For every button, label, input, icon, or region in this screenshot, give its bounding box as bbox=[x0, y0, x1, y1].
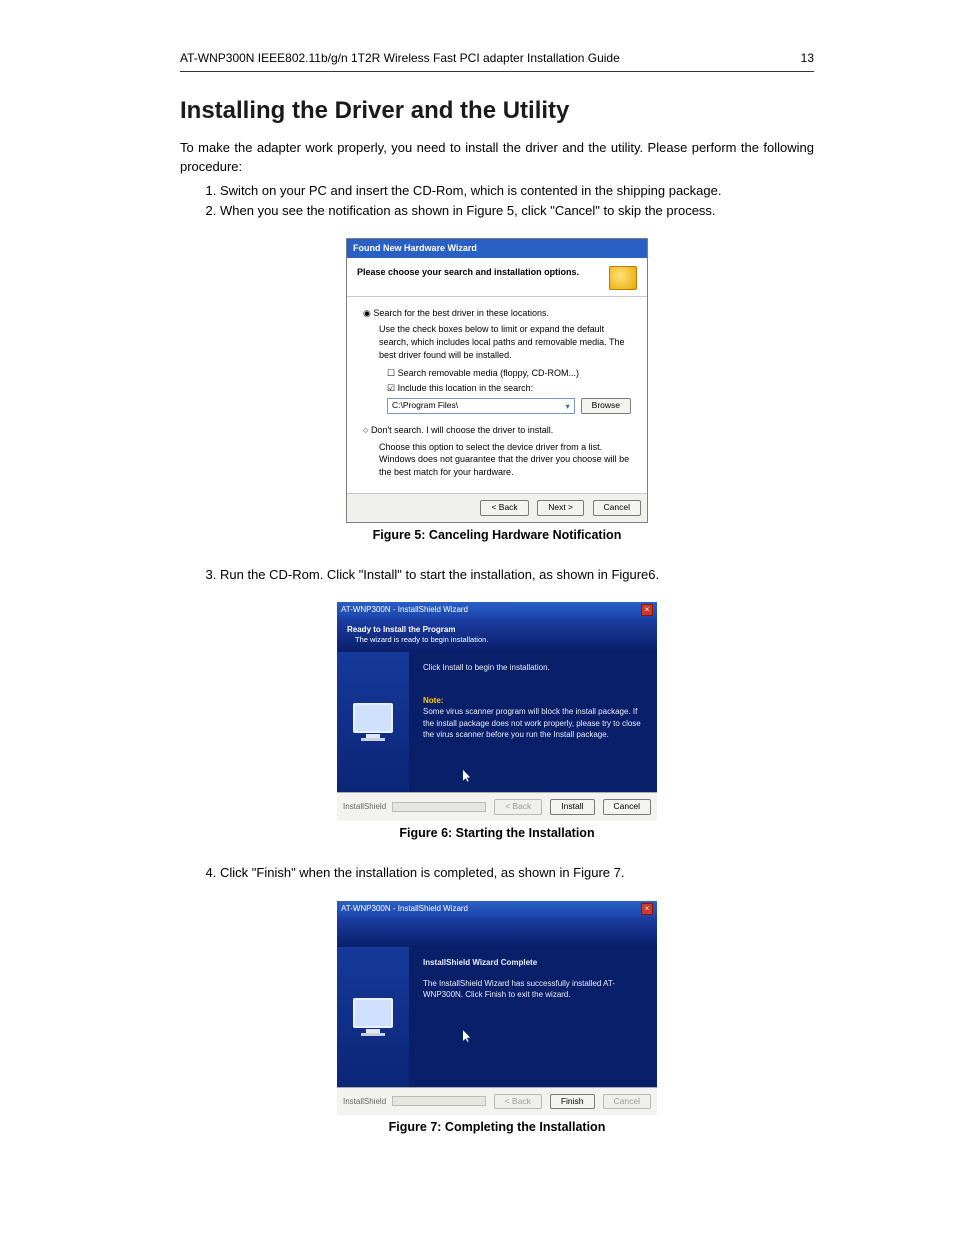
radio-dont-search[interactable]: ○ Don't search. I will choose the driver… bbox=[363, 424, 631, 437]
wizard-prompt: Please choose your search and installati… bbox=[357, 266, 609, 279]
install-button[interactable]: Install bbox=[550, 799, 594, 815]
cancel-button[interactable]: Cancel bbox=[593, 500, 641, 516]
figure-6-caption: Figure 6: Starting the Installation bbox=[180, 825, 814, 843]
chk-removable[interactable]: ☐ Search removable media (floppy, CD-ROM… bbox=[387, 367, 631, 380]
wizard-title: Found New Hardware Wizard bbox=[347, 239, 647, 258]
chk-location[interactable]: ☑ Include this location in the search: bbox=[387, 382, 631, 395]
steps-3: Run the CD-Rom. Click "Install" to start… bbox=[180, 566, 814, 584]
complete-heading: InstallShield Wizard Complete bbox=[423, 957, 643, 968]
installer-subheading: The wizard is ready to begin installatio… bbox=[355, 635, 647, 646]
step-2: When you see the notification as shown i… bbox=[220, 202, 814, 220]
monitor-icon bbox=[352, 703, 394, 741]
cancel-button: Cancel bbox=[603, 1094, 651, 1110]
note-label: Note: bbox=[423, 695, 643, 706]
section-heading: Installing the Driver and the Utility bbox=[180, 94, 814, 128]
page-number: 13 bbox=[801, 50, 814, 67]
radio-search-desc: Use the check boxes below to limit or ex… bbox=[379, 323, 631, 361]
installshield-brand: InstallShield bbox=[343, 1096, 386, 1107]
device-icon bbox=[609, 266, 637, 290]
chk-removable-label: Search removable media (floppy, CD-ROM..… bbox=[398, 368, 579, 378]
finish-button[interactable]: Finish bbox=[550, 1094, 595, 1110]
note-text: Some virus scanner program will block th… bbox=[423, 706, 643, 740]
installer-body-text: Click Install to begin the installation. bbox=[423, 662, 643, 673]
figure-7-caption: Figure 7: Completing the Installation bbox=[180, 1119, 814, 1137]
next-button[interactable]: Next > bbox=[537, 500, 584, 516]
monitor-icon bbox=[352, 998, 394, 1036]
step-3: Run the CD-Rom. Click "Install" to start… bbox=[220, 566, 814, 584]
browse-button[interactable]: Browse bbox=[581, 398, 631, 414]
radio-search[interactable]: ◉ Search for the best driver in these lo… bbox=[363, 307, 631, 320]
step-1: Switch on your PC and insert the CD-Rom,… bbox=[220, 182, 814, 200]
figure-5-caption: Figure 5: Canceling Hardware Notificatio… bbox=[180, 527, 814, 545]
steps-4: Click "Finish" when the installation is … bbox=[180, 864, 814, 882]
progress-bar bbox=[392, 802, 486, 812]
radio-search-label: Search for the best driver in these loca… bbox=[373, 308, 549, 318]
close-icon[interactable]: × bbox=[641, 903, 653, 915]
cursor-icon bbox=[463, 770, 472, 782]
chevron-down-icon[interactable]: ▾ bbox=[566, 401, 570, 412]
doc-title: AT-WNP300N IEEE802.11b/g/n 1T2R Wireless… bbox=[180, 50, 620, 67]
complete-body-text: The InstallShield Wizard has successfull… bbox=[423, 978, 643, 1000]
path-value: C:\Program Files\ bbox=[392, 400, 458, 412]
figure-7-installer-complete: AT-WNP300N - InstallShield Wizard × Inst… bbox=[337, 901, 657, 1116]
cursor-icon bbox=[463, 1030, 472, 1042]
figure-5-wizard: Found New Hardware Wizard Please choose … bbox=[346, 238, 648, 522]
back-button[interactable]: < Back bbox=[480, 500, 528, 516]
running-header: AT-WNP300N IEEE802.11b/g/n 1T2R Wireless… bbox=[180, 50, 814, 72]
intro-text: To make the adapter work properly, you n… bbox=[180, 139, 814, 175]
installer-title: AT-WNP300N - InstallShield Wizard bbox=[341, 903, 468, 915]
back-button: < Back bbox=[494, 799, 542, 815]
close-icon[interactable]: × bbox=[641, 604, 653, 616]
cancel-button[interactable]: Cancel bbox=[603, 799, 651, 815]
path-field[interactable]: C:\Program Files\ ▾ bbox=[387, 398, 575, 414]
radio-dont-search-desc: Choose this option to select the device … bbox=[379, 441, 631, 479]
figure-6-installer: AT-WNP300N - InstallShield Wizard × Read… bbox=[337, 602, 657, 821]
installer-title: AT-WNP300N - InstallShield Wizard bbox=[341, 604, 468, 616]
step-4: Click "Finish" when the installation is … bbox=[220, 864, 814, 882]
progress-bar bbox=[392, 1096, 485, 1106]
radio-dont-search-label: Don't search. I will choose the driver t… bbox=[371, 425, 553, 435]
back-button: < Back bbox=[494, 1094, 542, 1110]
steps-1-2: Switch on your PC and insert the CD-Rom,… bbox=[180, 182, 814, 220]
installshield-brand: InstallShield bbox=[343, 801, 386, 812]
installer-heading: Ready to Install the Program bbox=[347, 624, 647, 635]
chk-location-label: Include this location in the search: bbox=[398, 383, 534, 393]
